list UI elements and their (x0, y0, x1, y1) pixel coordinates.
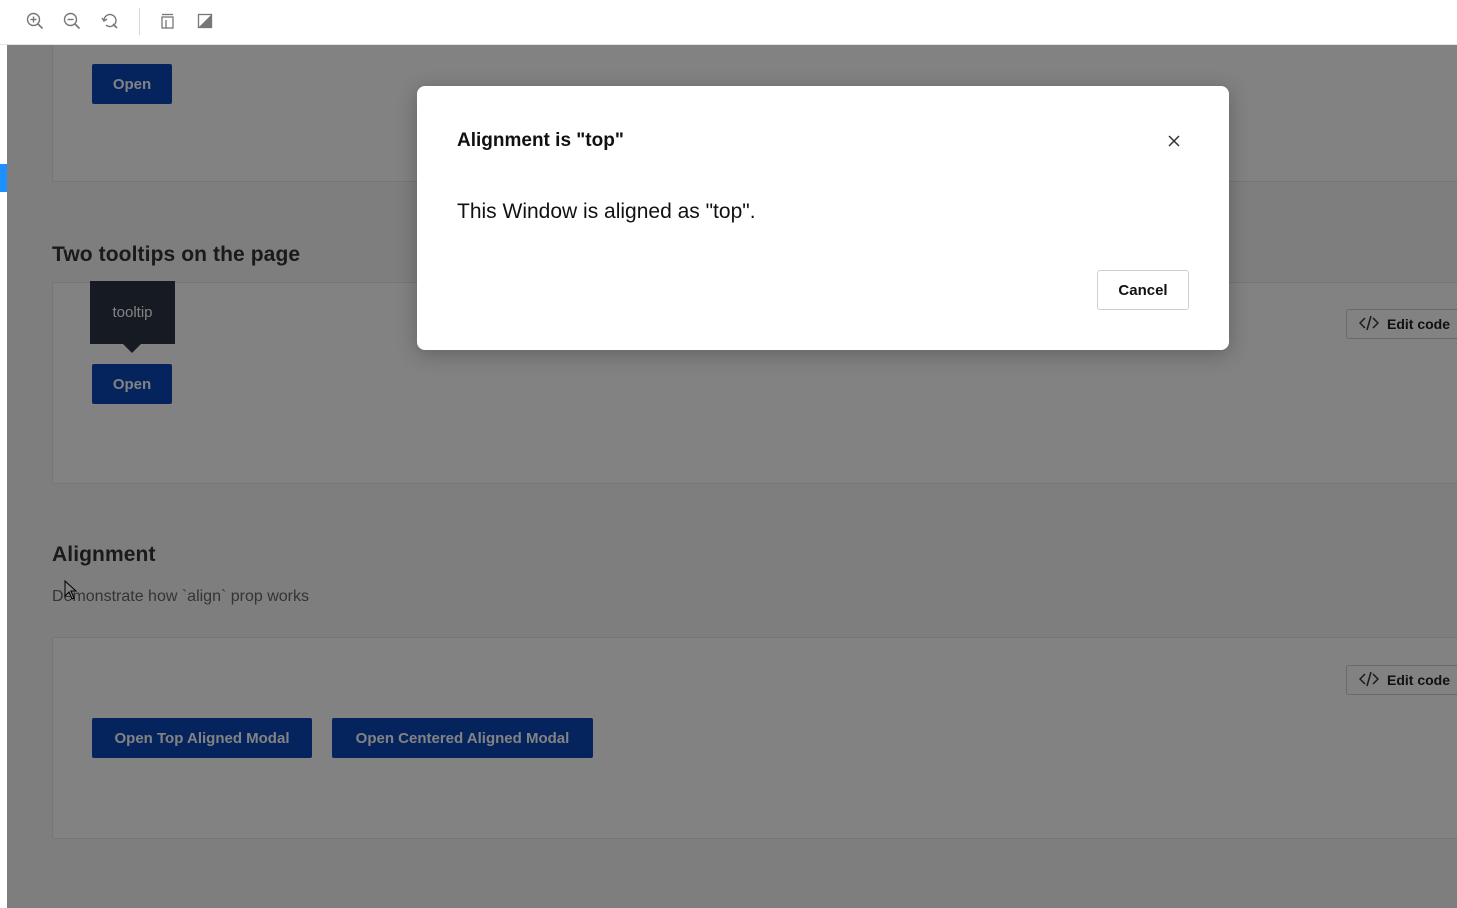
viewer-toolbar (0, 0, 1457, 45)
toolbar-divider (139, 8, 140, 35)
reset-zoom-icon[interactable] (99, 10, 121, 32)
modal-dialog: Alignment is "top" This Window is aligne… (417, 86, 1229, 350)
active-marker (0, 164, 7, 192)
zoom-in-icon[interactable] (24, 10, 46, 32)
contrast-icon[interactable] (194, 10, 216, 32)
close-icon[interactable] (1164, 131, 1184, 151)
modal-body: This Window is aligned as "top". (457, 200, 756, 223)
layout-icon[interactable] (156, 10, 178, 32)
zoom-out-icon[interactable] (61, 10, 83, 32)
modal-title: Alignment is "top" (457, 130, 624, 151)
cancel-button[interactable]: Cancel (1097, 270, 1189, 310)
